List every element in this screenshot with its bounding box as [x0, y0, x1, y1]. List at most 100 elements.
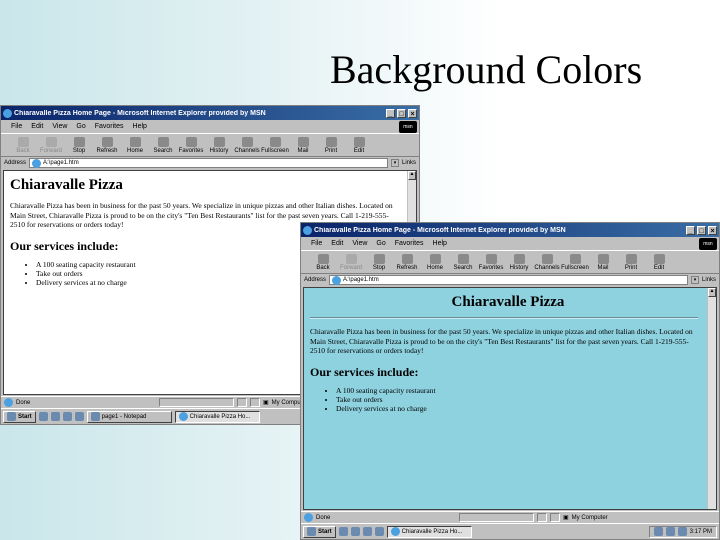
- quicklaunch-ie-icon[interactable]: [338, 527, 348, 536]
- toolbar-fullscreen-button[interactable]: Fullscreen: [561, 254, 589, 271]
- toolbar-history-button[interactable]: History: [505, 254, 533, 271]
- page-paragraph: Chiaravalle Pizza has been in business f…: [310, 327, 693, 355]
- toolbar-label: Search: [153, 148, 173, 154]
- taskbar-ie-button[interactable]: Chiaravalle Pizza Ho...: [174, 410, 260, 423]
- toolbar-back-button[interactable]: Back: [309, 254, 337, 271]
- menu-item-help[interactable]: Help: [133, 123, 147, 130]
- toolbar-history-button[interactable]: History: [205, 137, 233, 154]
- tray-msn-icon[interactable]: [677, 527, 687, 536]
- toolbar-channels-button[interactable]: Channels: [533, 254, 561, 271]
- toolbar-favorites-button[interactable]: Favorites: [177, 137, 205, 154]
- toolbar: Back Forward Stop Refresh Home Search Favorite…: [1, 134, 419, 157]
- quicklaunch-channels-icon[interactable]: [74, 412, 84, 421]
- notepad-icon: [90, 412, 100, 421]
- toolbar-edit-button[interactable]: Edit: [645, 254, 673, 271]
- menu-item-favorites[interactable]: Favorites: [95, 123, 124, 130]
- computer-icon: ▣: [263, 400, 269, 406]
- close-button[interactable]: ×: [708, 225, 717, 235]
- menu-item-file[interactable]: File: [311, 240, 322, 247]
- toolbar-home-button[interactable]: Home: [421, 254, 449, 271]
- toolbar-stop-button[interactable]: Stop: [65, 137, 93, 154]
- toolbar-refresh-button[interactable]: Refresh: [93, 137, 121, 154]
- close-button[interactable]: ×: [408, 108, 417, 118]
- favorites-icon: [185, 137, 197, 147]
- menu-item-view[interactable]: View: [52, 123, 67, 130]
- links-button[interactable]: Links: [402, 160, 416, 166]
- tray-volume-icon[interactable]: [665, 527, 675, 536]
- task-label: Chiaravalle Pizza Ho...: [189, 413, 251, 420]
- menu-item-go[interactable]: Go: [76, 123, 85, 130]
- toolbar-print-button[interactable]: Print: [617, 254, 645, 271]
- address-input[interactable]: A:\page1.htm: [329, 275, 688, 285]
- slide-title: Background Colors: [330, 47, 643, 92]
- menu-item-favorites[interactable]: Favorites: [395, 240, 424, 247]
- menu-item-go[interactable]: Go: [376, 240, 385, 247]
- toolbar-search-button[interactable]: Search: [449, 254, 477, 271]
- toolbar: Back Forward Stop Refresh Home Search Favorite…: [301, 251, 719, 274]
- status-page-icon: [304, 513, 313, 522]
- start-button[interactable]: Start: [303, 525, 336, 538]
- refresh-icon: [101, 137, 113, 147]
- toolbar-label: Channels: [234, 148, 260, 154]
- ie-icon: [390, 527, 400, 536]
- address-input[interactable]: A:\page1.htm: [29, 158, 388, 168]
- home-icon: [429, 254, 441, 264]
- stop-icon: [373, 254, 385, 264]
- maximize-button[interactable]: □: [397, 108, 406, 118]
- toolbar-label: Forward: [39, 148, 62, 154]
- toolbar-home-button[interactable]: Home: [121, 137, 149, 154]
- quicklaunch-outlook-icon[interactable]: [50, 412, 60, 421]
- menu-item-help[interactable]: Help: [433, 240, 447, 247]
- address-dropdown-button[interactable]: ▾: [390, 159, 399, 167]
- edit-icon: [353, 137, 365, 147]
- toolbar-back-button[interactable]: Back: [9, 137, 37, 154]
- links-button[interactable]: Links: [702, 277, 716, 283]
- toolbar-mail-button[interactable]: Mail: [289, 137, 317, 154]
- address-dropdown-button[interactable]: ▾: [690, 276, 699, 284]
- taskbar-notepad-button[interactable]: page1 - Notepad: [86, 410, 172, 423]
- minimize-button[interactable]: _: [686, 225, 695, 235]
- toolbar-fullscreen-button[interactable]: Fullscreen: [261, 137, 289, 154]
- services-list: A 100 seating capacity restaurantTake ou…: [310, 386, 706, 413]
- menu-item-edit[interactable]: Edit: [31, 123, 43, 130]
- fullscreen-icon: [569, 254, 581, 264]
- ie-icon: [303, 225, 312, 235]
- toolbar-label: Forward: [339, 265, 362, 271]
- scroll-up-button[interactable]: ▲: [708, 288, 716, 297]
- maximize-button[interactable]: □: [697, 225, 706, 235]
- start-button[interactable]: Start: [3, 410, 36, 423]
- status-bar: Done ▣ My Computer: [301, 511, 719, 523]
- status-cell: [237, 398, 247, 407]
- menu-item-view[interactable]: View: [352, 240, 367, 247]
- page-content: ▲ Chiaravalle Pizza Chiaravalle Pizza has …: [303, 287, 717, 510]
- toolbar-label: Favorites: [478, 265, 504, 271]
- toolbar-print-button[interactable]: Print: [317, 137, 345, 154]
- toolbar-channels-button[interactable]: Channels: [233, 137, 261, 154]
- quicklaunch-ie-icon[interactable]: [38, 412, 48, 421]
- scroll-up-button[interactable]: ▲: [408, 171, 416, 180]
- menu-item-edit[interactable]: Edit: [331, 240, 343, 247]
- window-title: Chiaravalle Pizza Home Page - Microsoft …: [314, 226, 566, 234]
- toolbar-edit-button[interactable]: Edit: [345, 137, 373, 154]
- toolbar-search-button[interactable]: Search: [149, 137, 177, 154]
- menu-item-file[interactable]: File: [11, 123, 22, 130]
- quicklaunch-channels-icon[interactable]: [374, 527, 384, 536]
- quicklaunch-desktop-icon[interactable]: [62, 412, 72, 421]
- vertical-scrollbar[interactable]: ▲: [707, 288, 716, 509]
- toolbar-forward-button[interactable]: Forward: [37, 137, 65, 154]
- toolbar-favorites-button[interactable]: Favorites: [477, 254, 505, 271]
- taskbar-ie-button[interactable]: Chiaravalle Pizza Ho...: [386, 525, 472, 538]
- tray-network-icon[interactable]: [653, 527, 663, 536]
- quicklaunch-desktop-icon[interactable]: [362, 527, 372, 536]
- toolbar-label: Print: [324, 148, 338, 154]
- toolbar-stop-button[interactable]: Stop: [365, 254, 393, 271]
- toolbar-forward-button[interactable]: Forward: [337, 254, 365, 271]
- quicklaunch-outlook-icon[interactable]: [350, 527, 360, 536]
- status-cell: [159, 398, 234, 407]
- search-icon: [457, 254, 469, 264]
- status-cell: [459, 513, 534, 522]
- toolbar-mail-button[interactable]: Mail: [589, 254, 617, 271]
- minimize-button[interactable]: _: [386, 108, 395, 118]
- system-tray: 3:17 PM: [648, 525, 717, 538]
- toolbar-refresh-button[interactable]: Refresh: [393, 254, 421, 271]
